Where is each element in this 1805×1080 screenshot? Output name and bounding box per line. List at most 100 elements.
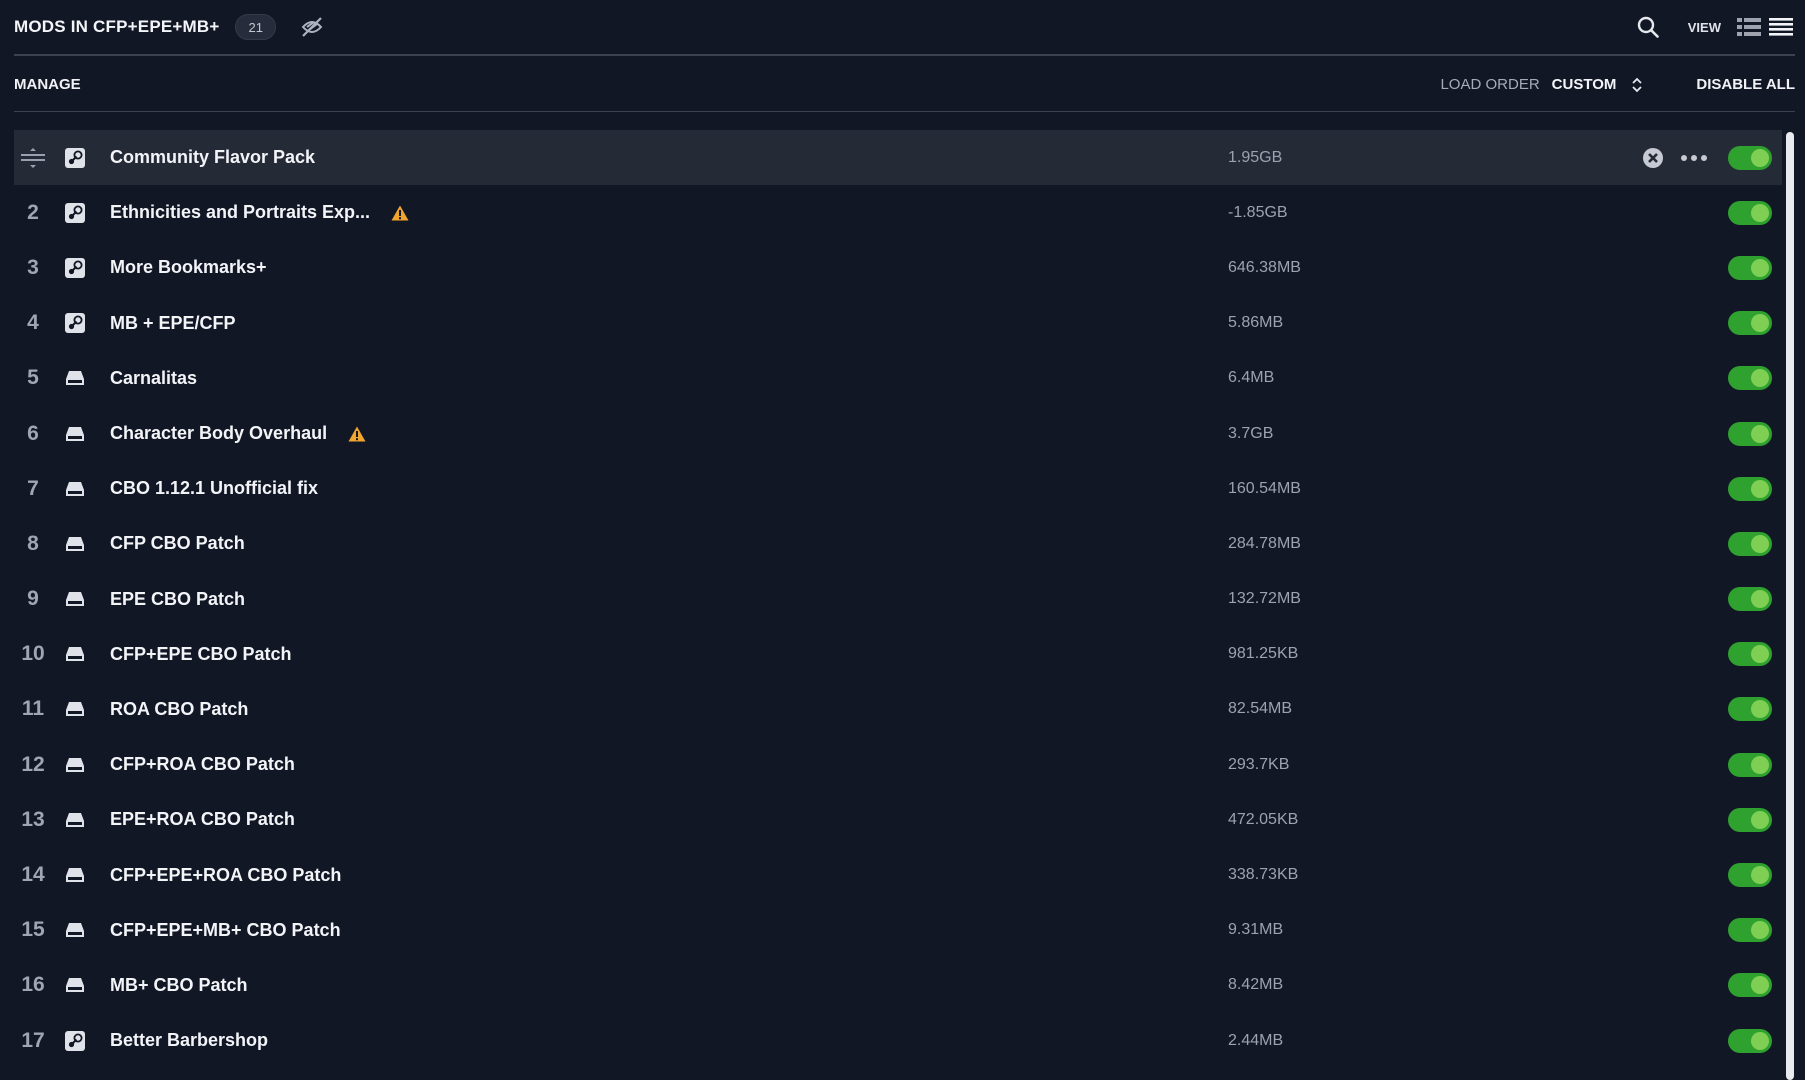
toggle-knob bbox=[1751, 755, 1769, 774]
header-bar: MODS IN CFP+EPE+MB+ 21 VIEW bbox=[14, 0, 1795, 56]
mod-row[interactable]: 15 CFP+EPE+MB+ CBO Patch 9.31MB bbox=[14, 903, 1782, 958]
toggle-knob bbox=[1751, 700, 1769, 719]
mod-name[interactable]: CFP+EPE CBO Patch bbox=[110, 644, 292, 665]
mod-name[interactable]: CFP CBO Patch bbox=[110, 533, 245, 554]
mod-row[interactable]: 2 Ethnicities and Portraits Exp... -1.85GB bbox=[14, 185, 1782, 240]
mod-name[interactable]: MB+ CBO Patch bbox=[110, 975, 248, 996]
mod-enable-toggle[interactable] bbox=[1728, 918, 1772, 943]
mod-size: 646.38MB bbox=[1228, 258, 1301, 276]
mod-row[interactable]: 11 ROA CBO Patch 82.54MB bbox=[14, 682, 1782, 737]
mod-enable-toggle[interactable] bbox=[1728, 476, 1772, 501]
warning-icon[interactable] bbox=[390, 203, 410, 223]
search-icon[interactable] bbox=[1634, 13, 1662, 41]
mod-name[interactable]: Community Flavor Pack bbox=[110, 147, 315, 168]
load-order-index: 16 bbox=[21, 973, 45, 997]
mod-row[interactable]: 10 CFP+EPE CBO Patch 981.25KB bbox=[14, 627, 1782, 682]
scrollbar[interactable] bbox=[1786, 132, 1794, 1080]
mod-enable-toggle[interactable] bbox=[1728, 642, 1772, 667]
list-view-icon[interactable] bbox=[1735, 15, 1763, 39]
load-order-controls: LOAD ORDER CUSTOM DISABLE ALL bbox=[1440, 75, 1795, 95]
mod-name[interactable]: EPE+ROA CBO Patch bbox=[110, 809, 295, 830]
more-dots-icon[interactable] bbox=[1680, 147, 1708, 169]
mod-name[interactable]: Ethnicities and Portraits Exp... bbox=[110, 202, 370, 223]
sort-updown-icon[interactable] bbox=[1630, 75, 1644, 95]
hard-drive-icon bbox=[62, 643, 88, 665]
mod-size: 981.25KB bbox=[1228, 645, 1299, 663]
view-label: VIEW bbox=[1687, 19, 1721, 35]
load-order-index: 17 bbox=[21, 1028, 45, 1052]
load-order-index: 4 bbox=[27, 311, 39, 335]
mod-row[interactable]: 13 EPE+ROA CBO Patch 472.05KB bbox=[14, 792, 1782, 847]
load-order-index: 3 bbox=[27, 255, 39, 279]
mod-size: 6.4MB bbox=[1228, 369, 1275, 387]
mod-row[interactable]: 3 More Bookmarks+ 646.38MB bbox=[14, 240, 1782, 295]
mod-row[interactable]: 12 CFP+ROA CBO Patch 293.7KB bbox=[14, 737, 1782, 792]
manage-label[interactable]: MANAGE bbox=[14, 76, 81, 93]
load-order-index: 10 bbox=[21, 642, 45, 666]
mod-size: 293.7KB bbox=[1228, 755, 1290, 773]
mod-enable-toggle[interactable] bbox=[1728, 973, 1772, 998]
mod-name[interactable]: More Bookmarks+ bbox=[110, 257, 267, 278]
disable-all-button[interactable]: DISABLE ALL bbox=[1696, 76, 1795, 93]
toggle-knob bbox=[1751, 976, 1769, 995]
load-order-index: 9 bbox=[27, 587, 39, 611]
mod-enable-toggle[interactable] bbox=[1728, 366, 1772, 391]
mod-size: 1.95GB bbox=[1228, 148, 1283, 166]
mod-row[interactable]: Community Flavor Pack 1.95GB bbox=[14, 130, 1782, 186]
mod-enable-toggle[interactable] bbox=[1728, 1028, 1772, 1053]
mod-row[interactable]: 16 MB+ CBO Patch 8.42MB bbox=[14, 958, 1782, 1013]
manage-bar: MANAGE LOAD ORDER CUSTOM DISABLE ALL bbox=[14, 58, 1795, 112]
mod-enable-toggle[interactable] bbox=[1728, 863, 1772, 888]
toggle-knob bbox=[1751, 479, 1769, 498]
mod-name[interactable]: MB + EPE/CFP bbox=[110, 313, 236, 334]
mod-enable-toggle[interactable] bbox=[1728, 255, 1772, 280]
drag-handle-icon[interactable] bbox=[14, 147, 52, 168]
load-order-label: LOAD ORDER bbox=[1440, 76, 1540, 93]
steam-icon bbox=[62, 1030, 88, 1052]
hard-drive-icon bbox=[62, 423, 88, 445]
toggle-knob bbox=[1751, 148, 1769, 167]
toggle-knob bbox=[1751, 258, 1769, 277]
mod-row[interactable]: 8 CFP CBO Patch 284.78MB bbox=[14, 516, 1782, 571]
mod-name[interactable]: CFP+EPE+ROA CBO Patch bbox=[110, 865, 341, 886]
mod-size: 3.7GB bbox=[1228, 424, 1274, 442]
mod-name[interactable]: Carnalitas bbox=[110, 368, 197, 389]
load-order-select[interactable]: CUSTOM bbox=[1552, 76, 1617, 93]
mod-enable-toggle[interactable] bbox=[1728, 587, 1772, 612]
mod-name[interactable]: CFP+ROA CBO Patch bbox=[110, 754, 295, 775]
mod-size: 132.72MB bbox=[1228, 590, 1301, 608]
mod-enable-toggle[interactable] bbox=[1728, 807, 1772, 832]
mod-size: 472.05KB bbox=[1228, 810, 1299, 828]
load-order-index: 8 bbox=[27, 531, 39, 555]
mod-row[interactable]: 14 CFP+EPE+ROA CBO Patch 338.73KB bbox=[14, 847, 1782, 902]
mod-row[interactable]: 17 Better Barbershop 2.44MB bbox=[14, 1013, 1782, 1068]
mod-enable-toggle[interactable] bbox=[1728, 200, 1772, 225]
mod-row[interactable]: 4 MB + EPE/CFP 5.86MB bbox=[14, 296, 1782, 351]
mod-name[interactable]: CFP+EPE+MB+ CBO Patch bbox=[110, 920, 341, 941]
mod-row[interactable]: 7 CBO 1.12.1 Unofficial fix 160.54MB bbox=[14, 461, 1782, 516]
mod-enable-toggle[interactable] bbox=[1728, 697, 1772, 722]
load-order-index: 13 bbox=[21, 807, 45, 831]
mod-enable-toggle[interactable] bbox=[1728, 145, 1772, 170]
mod-row[interactable]: 9 EPE CBO Patch 132.72MB bbox=[14, 572, 1782, 627]
steam-icon bbox=[62, 312, 88, 334]
mod-name[interactable]: Character Body Overhaul bbox=[110, 423, 327, 444]
mod-name[interactable]: EPE CBO Patch bbox=[110, 589, 245, 610]
mod-name[interactable]: Better Barbershop bbox=[110, 1030, 268, 1051]
close-circle-icon[interactable] bbox=[1642, 147, 1664, 169]
load-order-index: 7 bbox=[27, 476, 39, 500]
mod-name[interactable]: ROA CBO Patch bbox=[110, 699, 248, 720]
mod-name[interactable]: CBO 1.12.1 Unofficial fix bbox=[110, 478, 318, 499]
steam-icon bbox=[62, 202, 88, 224]
mod-enable-toggle[interactable] bbox=[1728, 531, 1772, 556]
hamburger-list-icon[interactable] bbox=[1767, 15, 1795, 39]
mod-enable-toggle[interactable] bbox=[1728, 421, 1772, 446]
eye-slash-icon[interactable] bbox=[298, 14, 326, 40]
mod-enable-toggle[interactable] bbox=[1728, 311, 1772, 336]
steam-icon bbox=[62, 257, 88, 279]
mod-enable-toggle[interactable] bbox=[1728, 752, 1772, 777]
load-order-index: 12 bbox=[21, 752, 45, 776]
mod-row[interactable]: 5 Carnalitas 6.4MB bbox=[14, 351, 1782, 406]
warning-icon[interactable] bbox=[347, 424, 367, 444]
mod-row[interactable]: 6 Character Body Overhaul 3.7GB bbox=[14, 406, 1782, 461]
